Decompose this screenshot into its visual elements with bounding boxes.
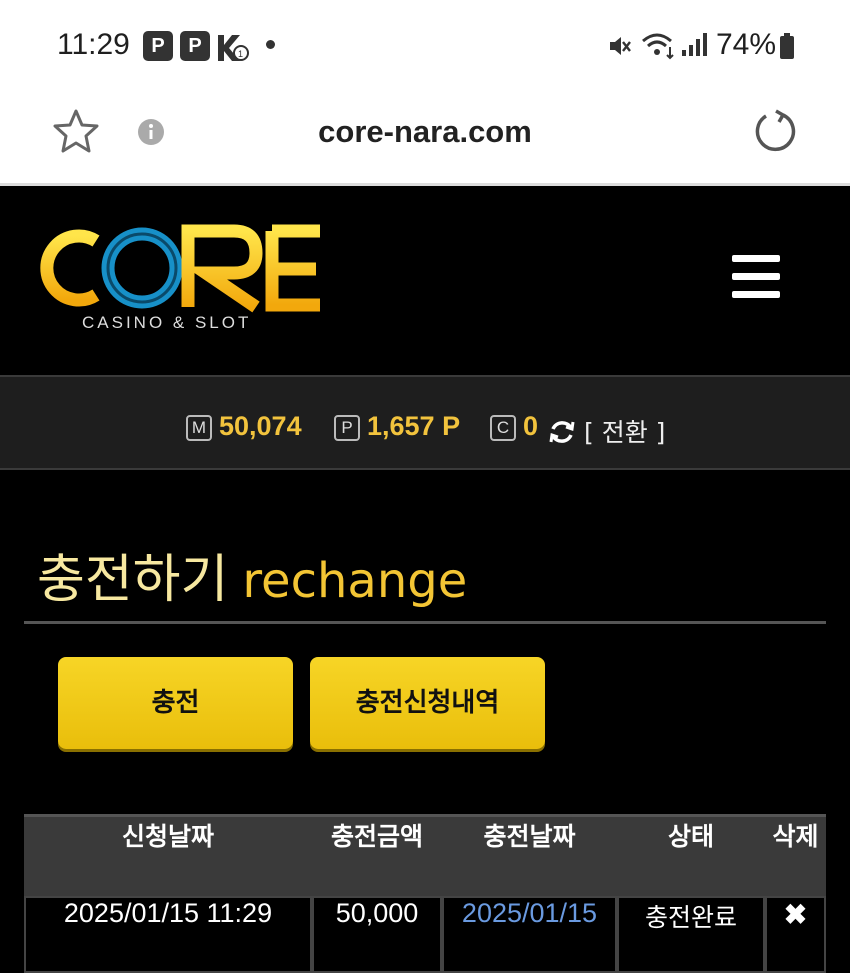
money-balance: 50,074 <box>219 411 302 441</box>
money-icon: M <box>186 415 212 441</box>
battery-icon <box>780 33 794 59</box>
core-logo[interactable] <box>34 223 324 313</box>
parking-badge-icon: P <box>143 31 173 61</box>
site-header: CASINO & SLOT <box>0 189 850 375</box>
page-title: 충전하기 rechange <box>37 537 467 612</box>
more-notifications-dot-icon <box>266 40 275 49</box>
reload-icon[interactable] <box>752 108 798 154</box>
charge-history-tab-button[interactable]: 충전신청내역 <box>310 657 545 749</box>
column-header: 충전날짜 <box>483 822 576 851</box>
column-header: 충전금액 <box>330 822 423 851</box>
parking-badge-icon: P <box>180 31 210 61</box>
refresh-icon[interactable] <box>548 418 576 446</box>
url-text[interactable]: core-nara.com <box>0 114 850 150</box>
coin-balance: 0 <box>523 411 539 441</box>
charge-date-cell: 2025/01/15 <box>442 896 617 973</box>
notification-app-icon: 1 <box>218 35 249 61</box>
signal-icon <box>682 33 707 56</box>
page-title-ko: 충전하기 <box>37 550 229 610</box>
table-header: 신청날짜 충전금액 충전날짜 상태 삭제 <box>24 814 826 896</box>
logo-subtitle: CASINO & SLOT <box>82 313 252 332</box>
mute-icon <box>610 37 631 55</box>
browser-url-bar: core-nara.com <box>0 90 850 186</box>
battery-percent: 74% <box>716 28 777 61</box>
coin-icon: C <box>490 415 516 441</box>
column-header: 삭제 <box>772 822 819 851</box>
status-cell: 충전완료 <box>617 896 765 973</box>
charge-tab-button[interactable]: 충전 <box>58 657 293 749</box>
column-header: 신청날짜 <box>121 822 214 851</box>
convert-button[interactable]: [ 전환 ] <box>584 413 665 449</box>
column-header: 상태 <box>667 822 714 851</box>
svg-text:1: 1 <box>238 49 243 59</box>
divider <box>24 621 826 624</box>
wifi-icon <box>642 33 674 60</box>
page-title-en: rechange <box>242 553 468 609</box>
request-date-cell: 2025/01/15 11:29 <box>24 896 312 973</box>
delete-icon[interactable]: ✖ <box>765 896 826 973</box>
table-row: 2025/01/15 11:29 50,000 2025/01/15 충전완료 … <box>24 896 826 973</box>
amount-cell: 50,000 <box>312 896 442 973</box>
point-balance: 1,657 P <box>367 411 461 441</box>
status-bar: 11:29 P P 1 74% <box>0 0 850 90</box>
balance-bar: M 50,074 P 1,657 P C 0 [ 전환 ] <box>0 375 850 470</box>
point-icon: P <box>334 415 360 441</box>
status-time: 11:29 <box>57 28 130 61</box>
hamburger-menu-icon[interactable] <box>724 247 788 307</box>
